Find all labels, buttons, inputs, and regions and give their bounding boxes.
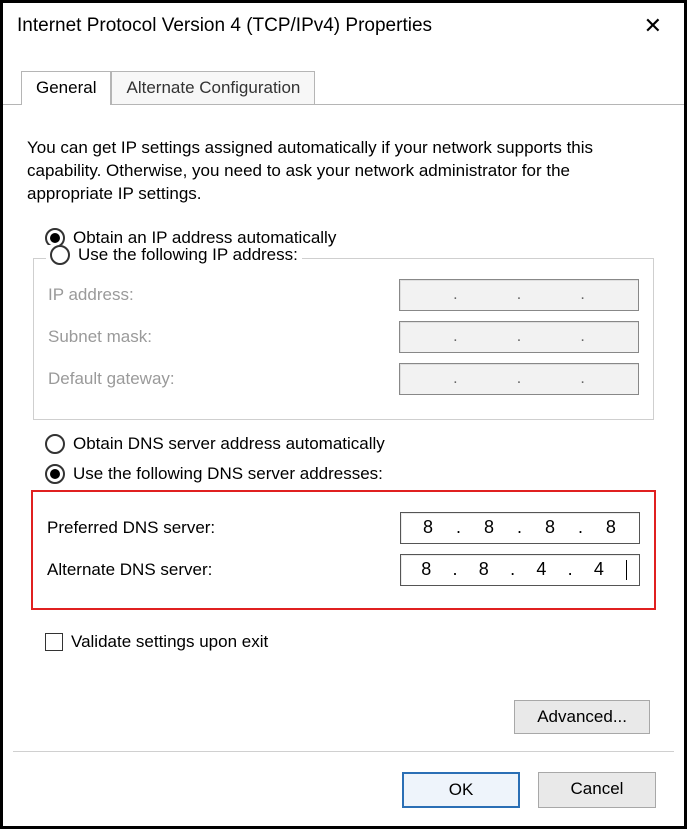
field-preferred-dns: Preferred DNS server: 8. 8. 8. 8	[47, 512, 640, 544]
radio-icon	[45, 464, 65, 484]
close-icon[interactable]: ✕	[636, 13, 670, 39]
default-gateway-input: ...	[399, 363, 639, 395]
field-label: Alternate DNS server:	[47, 560, 212, 580]
checkbox-validate-settings[interactable]: Validate settings upon exit	[45, 632, 660, 652]
tab-general[interactable]: General	[21, 71, 111, 105]
radio-label: Use the following IP address:	[78, 245, 298, 265]
ok-button[interactable]: OK	[402, 772, 520, 808]
field-ip-address: IP address: ...	[48, 279, 639, 311]
footer-buttons: OK Cancel	[402, 772, 656, 808]
titlebar: Internet Protocol Version 4 (TCP/IPv4) P…	[3, 3, 684, 47]
field-label: Default gateway:	[48, 369, 175, 389]
field-label: Subnet mask:	[48, 327, 152, 347]
tab-strip: General Alternate Configuration	[3, 71, 684, 105]
tab-alternate-configuration[interactable]: Alternate Configuration	[111, 71, 315, 104]
field-label: IP address:	[48, 285, 134, 305]
checkbox-label: Validate settings upon exit	[71, 632, 268, 652]
preferred-dns-input[interactable]: 8. 8. 8. 8	[400, 512, 640, 544]
ip-address-input: ...	[399, 279, 639, 311]
field-subnet-mask: Subnet mask: ...	[48, 321, 639, 353]
radio-label: Use the following DNS server addresses:	[73, 464, 383, 484]
cancel-button[interactable]: Cancel	[538, 772, 656, 808]
radio-dns-manual[interactable]: Use the following DNS server addresses:	[45, 464, 660, 484]
radio-dns-auto[interactable]: Obtain DNS server address automatically	[45, 434, 660, 454]
window-title: Internet Protocol Version 4 (TCP/IPv4) P…	[17, 15, 432, 37]
alternate-dns-input[interactable]: 8. 8. 4. 4	[400, 554, 640, 586]
field-default-gateway: Default gateway: ...	[48, 363, 639, 395]
dns-highlight-box: Preferred DNS server: 8. 8. 8. 8 Alterna…	[31, 490, 656, 610]
subnet-mask-input: ...	[399, 321, 639, 353]
divider	[13, 751, 674, 752]
field-alternate-dns: Alternate DNS server: 8. 8. 4. 4	[47, 554, 640, 586]
field-label: Preferred DNS server:	[47, 518, 215, 538]
radio-label: Obtain DNS server address automatically	[73, 434, 385, 454]
radio-ip-manual[interactable]: Use the following IP address:	[46, 245, 302, 265]
intro-text: You can get IP settings assigned automat…	[27, 137, 660, 206]
radio-icon	[50, 245, 70, 265]
radio-icon	[45, 434, 65, 454]
checkbox-icon	[45, 633, 63, 651]
ip-manual-group: Use the following IP address: IP address…	[33, 258, 654, 420]
text-caret	[626, 560, 627, 580]
advanced-button[interactable]: Advanced...	[514, 700, 650, 734]
general-panel: You can get IP settings assigned automat…	[3, 105, 684, 652]
